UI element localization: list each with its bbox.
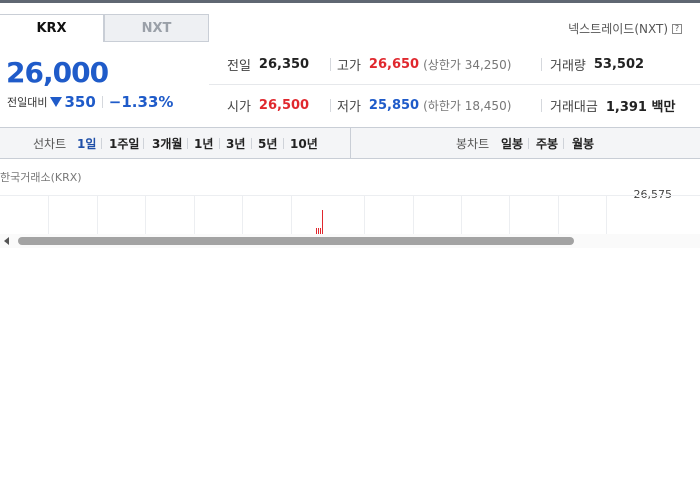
top-border: [0, 0, 700, 3]
period-3m[interactable]: 3개월: [152, 128, 182, 158]
change-amount: 350: [64, 93, 96, 111]
scrollbar-thumb[interactable]: [18, 237, 574, 245]
period-3y[interactable]: 3년: [226, 128, 245, 158]
nxt-info-label: 넥스트레이드(NXT): [568, 22, 668, 36]
price-change: 전일대비 350 −1.33%: [7, 93, 173, 111]
change-percent: −1.33%: [108, 93, 174, 111]
candle-monthly[interactable]: 월봉: [572, 128, 594, 158]
stat-volume: 거래량 53,502: [550, 57, 645, 74]
tab-krx[interactable]: KRX: [0, 14, 104, 42]
period-1y[interactable]: 1년: [194, 128, 213, 158]
scroll-left-arrow-icon[interactable]: [4, 237, 9, 245]
stat-trade-amount: 거래대금 1,391 백만: [550, 100, 676, 115]
period-1w[interactable]: 1주일: [109, 128, 139, 158]
stat-low: 저가 25,850 (하한가 18,450): [337, 98, 512, 115]
change-divider: [101, 96, 103, 108]
tab-nxt[interactable]: NXT: [104, 14, 209, 42]
chart-scrollbar[interactable]: [0, 234, 700, 248]
stat-high: 고가 26,650 (상한가 34,250): [337, 57, 512, 74]
candle-weekly[interactable]: 주봉: [536, 128, 558, 158]
help-icon[interactable]: ?: [672, 23, 682, 34]
period-5y[interactable]: 5년: [258, 128, 277, 158]
chart-bar-3: [322, 210, 323, 234]
period-1d[interactable]: 1일: [77, 128, 96, 158]
stat-prev-close: 전일 26,350: [227, 57, 310, 74]
price-chart: [0, 195, 700, 234]
stat-open: 시가 26,500: [227, 98, 310, 115]
candle-daily[interactable]: 일봉: [501, 128, 523, 158]
change-label: 전일대비: [7, 96, 48, 109]
nxt-info-link[interactable]: 넥스트레이드(NXT) ?: [568, 20, 682, 37]
chart-title: 한국거래소(KRX): [0, 171, 82, 184]
candle-chart-label: 봉차트: [456, 136, 490, 151]
period-10y[interactable]: 10년: [290, 128, 318, 158]
chart-bars: [316, 210, 323, 234]
stats-row-1: 전일 26,350 고가 26,650 (상한가 34,250) 거래량 53,…: [209, 44, 700, 85]
period-bar-divider: [350, 128, 351, 158]
price-stats: 전일 26,350 고가 26,650 (상한가 34,250) 거래량 53,…: [209, 44, 700, 127]
chart-grid: [0, 195, 700, 234]
line-chart-label: 선차트: [33, 136, 67, 151]
down-triangle-icon: [50, 97, 63, 107]
stats-row-2: 시가 26,500 저가 25,850 (하한가 18,450) 거래대금 1,…: [209, 85, 700, 126]
current-price: 26,000: [6, 56, 109, 89]
chart-period-bar: 선차트 1일 1주일 3개월 1년 3년 5년 10년 봉차트 일봉 주봉 월봉: [0, 127, 700, 159]
